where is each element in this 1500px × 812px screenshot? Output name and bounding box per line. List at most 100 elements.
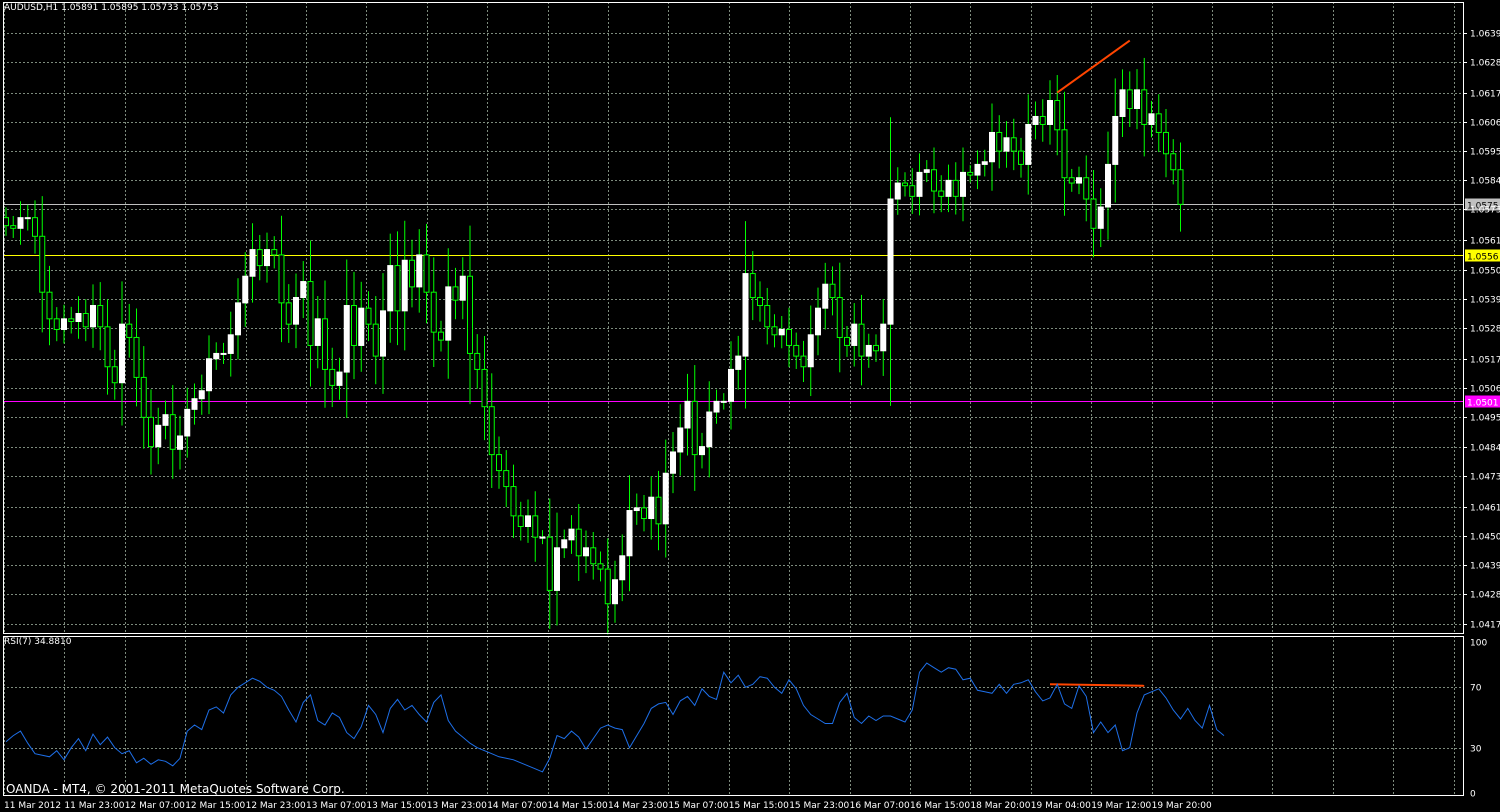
- bear-candle: [1054, 100, 1061, 131]
- bear-candle: [996, 131, 1003, 152]
- bear-candle: [32, 217, 38, 237]
- bear-candle: [902, 182, 908, 187]
- bear-candle: [474, 352, 481, 370]
- time-axis-label: 11 Mar 2012: [4, 801, 61, 811]
- time-axis-label: 15 Mar 23:00: [789, 801, 849, 811]
- bear-candle: [1177, 169, 1184, 205]
- bull-candle: [923, 169, 930, 173]
- bull-candle: [742, 273, 749, 357]
- bull-candle: [880, 323, 887, 352]
- price-tick-label: 1.06395: [1470, 30, 1500, 40]
- bull-candle: [264, 249, 270, 267]
- rsi-level-label: 30: [1470, 745, 1482, 755]
- bear-candle: [438, 331, 444, 341]
- time-axis-label: 12 Mar 23:00: [246, 801, 306, 811]
- price-tick-label: 1.05395: [1470, 296, 1500, 306]
- bull-candle: [1134, 89, 1140, 109]
- bear-candle: [452, 286, 459, 301]
- bull-candle: [684, 400, 691, 429]
- time-axis-label: 15 Mar 15:00: [729, 801, 789, 811]
- bull-candle: [778, 328, 785, 336]
- bear-candle: [140, 376, 147, 418]
- bull-candle: [1025, 123, 1032, 165]
- bull-candle: [191, 398, 198, 410]
- bear-candle: [1068, 177, 1075, 184]
- time-axis-label: 14 Mar 07:00: [487, 801, 547, 811]
- bear-candle: [1163, 131, 1169, 155]
- bull-candle: [626, 510, 633, 557]
- time-axis-label: 16 Mar 07:00: [850, 801, 910, 811]
- bear-candle: [10, 225, 17, 229]
- time-axis-label: 13 Mar 07:00: [306, 801, 366, 811]
- bull-candle: [735, 355, 742, 370]
- bear-candle: [873, 344, 879, 352]
- bull-candle: [662, 472, 669, 525]
- time-axis-label: 19 Mar 12:00: [1091, 801, 1151, 811]
- bull-candle: [1047, 100, 1053, 125]
- bear-candle: [858, 323, 865, 357]
- time-axis-label: 19 Mar 20:00: [1152, 801, 1212, 811]
- bear-candle: [1126, 89, 1133, 109]
- rsi-level-label: 0: [1470, 790, 1476, 800]
- bear-candle: [82, 313, 89, 328]
- bear-candle: [546, 536, 553, 591]
- bear-candle: [496, 454, 502, 472]
- bear-candle: [749, 273, 756, 299]
- bull-candle: [162, 414, 169, 426]
- bull-candle: [249, 249, 256, 277]
- rsi-level-label: 70: [1470, 684, 1482, 694]
- bull-candle: [61, 318, 67, 330]
- price-tick-label: 1.04395: [1470, 562, 1500, 572]
- symbol-info: AUDUSD,H1 1.05891 1.05895 1.05733 1.0575…: [4, 3, 219, 13]
- bull-candle: [539, 536, 546, 539]
- bull-candle: [459, 275, 466, 301]
- time-axis-label: 12 Mar 07:00: [125, 801, 185, 811]
- bull-candle: [619, 555, 626, 581]
- mt4-chart[interactable]: 1.05751.05561.0501 1.063951.062851.06170…: [0, 0, 1500, 812]
- bull-candle: [865, 344, 872, 357]
- bear-candle: [307, 281, 314, 346]
- price-tick-label: 1.04285: [1470, 591, 1500, 601]
- price-tick-label: 1.05505: [1470, 267, 1500, 277]
- time-axis-label: 19 Mar 04:00: [1031, 801, 1091, 811]
- bear-candle: [597, 563, 604, 570]
- bull-candle: [90, 305, 96, 328]
- bear-candle: [3, 217, 9, 227]
- bear-candle: [517, 515, 524, 528]
- time-axis-label: 14 Mar 15:00: [548, 801, 608, 811]
- price-tick-label: 1.04175: [1470, 621, 1500, 631]
- bear-candle: [365, 307, 372, 325]
- price-tick-label: 1.04615: [1470, 504, 1500, 514]
- price-tick-label: 1.06285: [1470, 59, 1500, 69]
- bear-candle: [148, 416, 154, 448]
- bull-candle: [699, 446, 705, 456]
- bear-candle: [329, 368, 336, 386]
- bull-candle: [713, 400, 720, 413]
- bull-candle: [728, 368, 734, 402]
- bear-candle: [952, 179, 959, 197]
- bear-candle: [510, 486, 517, 517]
- bear-candle: [764, 305, 771, 328]
- bear-candle: [1010, 137, 1017, 152]
- price-tick-label: 1.06060: [1470, 119, 1500, 129]
- bull-candle: [554, 547, 560, 591]
- bull-candle: [851, 323, 858, 346]
- bear-candle: [104, 326, 111, 368]
- bull-candle: [989, 131, 995, 163]
- bull-candle: [1112, 115, 1119, 165]
- bull-candle: [1032, 115, 1039, 125]
- bear-candle: [641, 507, 647, 520]
- bull-candle: [815, 307, 821, 336]
- bear-candle: [771, 326, 778, 336]
- bear-candle: [1155, 113, 1162, 133]
- rsi-indicator-label: RSI(7) 34.8810: [4, 637, 72, 647]
- bull-candle: [358, 307, 365, 346]
- time-axis-label: 12 Mar 15:00: [185, 801, 245, 811]
- support-price-tag-label: 1.0556: [1467, 253, 1499, 263]
- price-tick-label: 1.05060: [1470, 385, 1500, 395]
- bull-candle: [677, 427, 684, 453]
- bull-candle: [401, 259, 408, 312]
- bull-candle: [981, 161, 988, 165]
- bear-candle: [271, 249, 278, 256]
- bear-candle: [46, 291, 53, 320]
